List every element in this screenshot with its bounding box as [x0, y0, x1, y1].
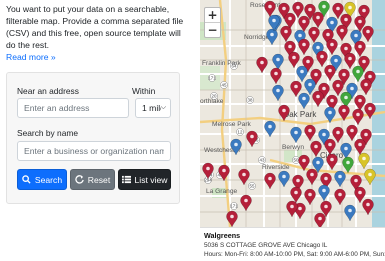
map-marker[interactable]	[334, 188, 346, 206]
map-marker[interactable]	[362, 198, 374, 216]
map-marker[interactable]	[334, 170, 346, 188]
map-marker[interactable]	[364, 168, 376, 186]
intro-text: You want to put your data on a searchabl…	[6, 4, 184, 50]
zoom-out-button[interactable]: −	[205, 22, 220, 37]
popup-hours: Hours: Mon-Fri: 8:00 AM-10:00 PM, Sat: 9…	[204, 250, 385, 258]
reset-icon	[75, 175, 84, 184]
map-marker[interactable]	[272, 53, 284, 71]
map-marker[interactable]	[288, 51, 300, 69]
map-marker[interactable]	[310, 140, 322, 158]
map-marker[interactable]	[314, 212, 326, 227]
list-view-button[interactable]: List view	[118, 169, 171, 190]
marker-layer	[202, 0, 376, 227]
intro-section: You want to put your data on a searchabl…	[6, 3, 186, 63]
map-marker[interactable]	[312, 90, 324, 108]
map-marker[interactable]	[324, 106, 336, 124]
search-button[interactable]: Search	[17, 169, 67, 190]
popup-address: 5036 S COTTAGE GROVE AVE Chicago IL	[204, 242, 328, 249]
search-icon	[22, 175, 31, 184]
map-marker[interactable]	[218, 164, 230, 182]
chevron-down-icon: ⌵	[160, 104, 166, 111]
map-marker[interactable]	[354, 40, 366, 58]
map-marker[interactable]	[266, 28, 278, 46]
map-marker[interactable]	[312, 11, 324, 29]
map-marker[interactable]	[230, 138, 242, 156]
map-marker[interactable]	[304, 188, 316, 206]
map-marker[interactable]	[304, 124, 316, 142]
map-marker[interactable]	[326, 38, 338, 56]
map-marker[interactable]	[226, 210, 238, 227]
map-marker[interactable]	[278, 170, 290, 188]
search-button-label: Search	[34, 174, 63, 185]
list-icon	[121, 175, 131, 184]
map-marker[interactable]	[296, 65, 308, 83]
map-marker[interactable]	[324, 138, 336, 156]
map-marker[interactable]	[264, 120, 276, 138]
location-popup: Walgreens 5036 S COTTAGE GROVE AVE Chica…	[200, 227, 385, 261]
map-marker[interactable]	[278, 104, 290, 122]
map-marker[interactable]	[338, 104, 350, 122]
map-marker[interactable]	[316, 50, 328, 68]
map-marker[interactable]	[354, 138, 366, 156]
map-marker[interactable]	[364, 102, 376, 120]
within-selected-value: 1 mile	[142, 103, 161, 113]
map-view[interactable]: 19 64 45 171 20 38 12 56 43 50 34 45 294…	[200, 0, 385, 261]
search-panel: Near an address Within 1 mile ⌵ Search b…	[6, 72, 180, 204]
map-marker[interactable]	[290, 186, 302, 204]
map-marker[interactable]	[354, 94, 366, 112]
read-more-link[interactable]: Read more »	[6, 51, 186, 63]
map-marker[interactable]	[362, 25, 374, 43]
map-marker[interactable]	[298, 15, 310, 33]
map-marker[interactable]	[340, 142, 352, 160]
address-label: Near an address	[17, 86, 79, 96]
map-marker[interactable]	[358, 152, 370, 170]
address-input[interactable]	[17, 98, 129, 118]
popup-title: Walgreens	[204, 231, 241, 240]
map-marker[interactable]	[336, 24, 348, 42]
reset-button[interactable]: Reset	[70, 169, 115, 190]
map-marker[interactable]	[272, 84, 284, 102]
map-marker[interactable]	[202, 162, 214, 180]
name-search-label: Search by name	[17, 128, 78, 138]
map-marker[interactable]	[342, 156, 354, 174]
list-view-button-label: List view	[134, 174, 168, 185]
map-marker[interactable]	[360, 78, 372, 96]
map-marker[interactable]	[318, 184, 330, 202]
map-marker[interactable]	[298, 92, 310, 110]
map-marker[interactable]	[352, 65, 364, 83]
map-marker[interactable]	[280, 25, 292, 43]
map-marker[interactable]	[308, 26, 320, 44]
map-marker[interactable]	[270, 67, 282, 85]
zoom-in-button[interactable]: +	[205, 8, 220, 22]
within-label: Within	[132, 86, 156, 96]
map-marker[interactable]	[286, 200, 298, 218]
map-marker[interactable]	[344, 52, 356, 70]
map-marker[interactable]	[240, 194, 252, 212]
map-marker[interactable]	[290, 126, 302, 144]
map-marker[interactable]	[352, 108, 364, 126]
name-search-input[interactable]	[17, 141, 171, 161]
map-marker[interactable]	[256, 56, 268, 74]
map-marker[interactable]	[298, 38, 310, 56]
map-marker[interactable]	[298, 154, 310, 172]
map-marker[interactable]	[324, 64, 336, 82]
map-marker[interactable]	[268, 14, 280, 32]
map-marker[interactable]	[346, 124, 358, 142]
map-marker[interactable]	[264, 0, 276, 18]
zoom-control: + −	[204, 7, 221, 38]
map-marker[interactable]	[326, 153, 338, 171]
map-marker[interactable]	[344, 204, 356, 222]
within-select[interactable]: 1 mile ⌵	[135, 98, 171, 118]
map-marker[interactable]	[306, 168, 318, 186]
map-marker[interactable]	[264, 172, 276, 190]
map-marker[interactable]	[238, 168, 250, 186]
map-marker[interactable]	[246, 130, 258, 148]
reset-button-label: Reset	[87, 174, 111, 185]
